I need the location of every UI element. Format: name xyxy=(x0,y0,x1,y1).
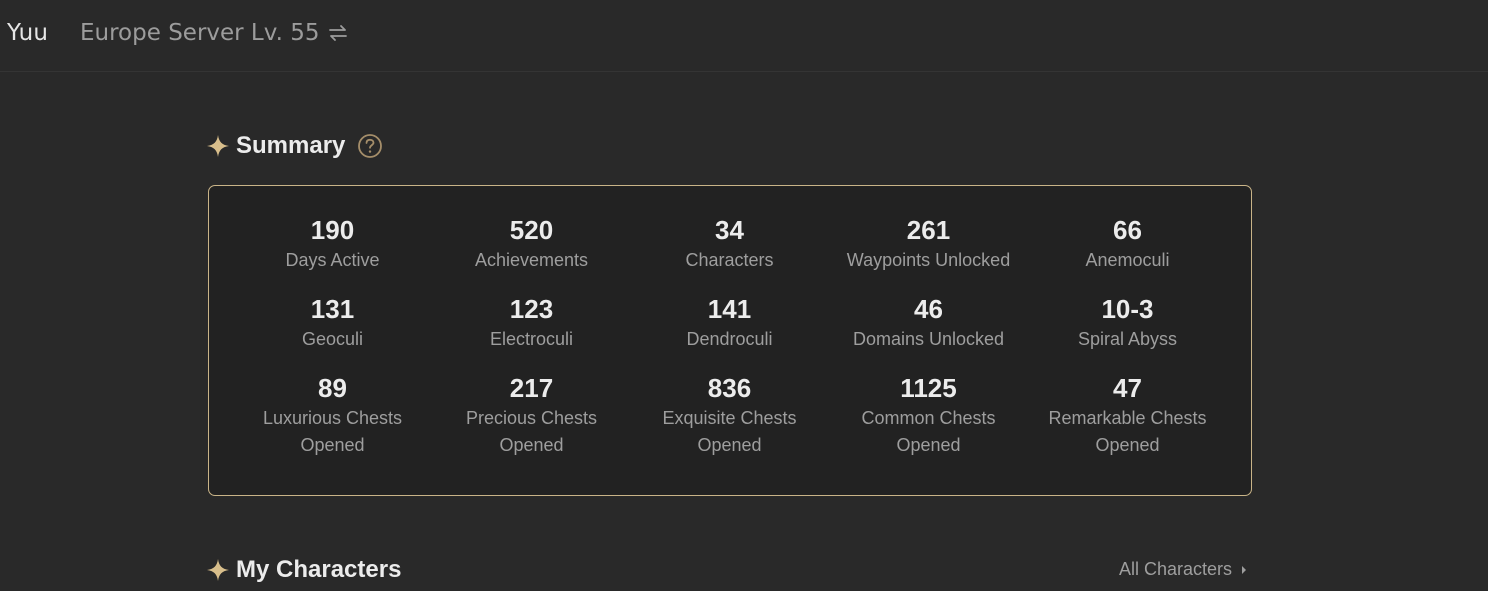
stat-value: 836 xyxy=(707,373,752,403)
stat-item: 836 Exquisite Chests Opened xyxy=(630,373,829,459)
stat-item: 261 Waypoints Unlocked xyxy=(829,215,1028,274)
stat-label: Characters xyxy=(685,250,774,270)
stat-item: 10-3 Spiral Abyss xyxy=(1028,294,1227,353)
stat-label: Electroculi xyxy=(489,329,574,349)
stat-label: Common Chests Opened xyxy=(861,408,996,455)
summary-header: Summary xyxy=(207,132,383,160)
stat-value: 47 xyxy=(1113,373,1142,403)
stat-item: 217 Precious Chests Opened xyxy=(432,373,631,459)
stat-value: 190 xyxy=(310,215,355,245)
stat-item: 66 Anemoculi xyxy=(1028,215,1227,274)
stat-item: 89 Luxurious Chests Opened xyxy=(233,373,432,459)
stat-value: 520 xyxy=(509,215,554,245)
server-label: Europe Server Lv. 55 xyxy=(80,20,320,46)
stat-item: 46 Domains Unlocked xyxy=(829,294,1028,353)
stat-label: Days Active xyxy=(285,250,380,270)
stat-label: Exquisite Chests Opened xyxy=(662,408,797,455)
stat-item: 520 Achievements xyxy=(432,215,631,274)
stat-item: 123 Electroculi xyxy=(432,294,631,353)
username: Yuu xyxy=(7,20,49,46)
stat-value: 141 xyxy=(707,294,752,324)
server-switcher[interactable]: Europe Server Lv. 55 xyxy=(80,20,348,46)
stat-label: Dendroculi xyxy=(686,329,773,349)
stat-label: Achievements xyxy=(474,250,589,270)
question-circle-icon[interactable] xyxy=(357,133,383,159)
stat-value: 261 xyxy=(906,215,951,245)
top-bar: Yuu Europe Server Lv. 55 xyxy=(0,0,1488,72)
stat-value: 66 xyxy=(1113,215,1142,245)
stat-value: 1125 xyxy=(900,373,957,403)
stat-label: Remarkable Chests Opened xyxy=(1048,408,1207,455)
summary-card: 190 Days Active 520 Achievements 34 Character… xyxy=(208,185,1252,496)
stat-label: Precious Chests Opened xyxy=(465,408,598,455)
stat-value: 46 xyxy=(914,294,943,324)
summary-title: Summary xyxy=(236,132,346,159)
stat-item: 34 Characters xyxy=(630,215,829,274)
sparkle-star-icon xyxy=(207,559,229,581)
stat-item: 190 Days Active xyxy=(233,215,432,274)
stat-value: 10-3 xyxy=(1101,294,1154,324)
stat-value: 123 xyxy=(509,294,554,324)
all-characters-link[interactable]: All Characters xyxy=(1119,559,1248,580)
stat-item: 1125 Common Chests Opened xyxy=(829,373,1028,459)
stat-value: 34 xyxy=(715,215,744,245)
stat-item: 131 Geoculi xyxy=(233,294,432,353)
stat-value: 131 xyxy=(310,294,355,324)
all-characters-label: All Characters xyxy=(1118,559,1232,579)
stat-label: Geoculi xyxy=(301,329,364,349)
stat-value: 89 xyxy=(318,373,347,403)
sparkle-star-icon xyxy=(207,135,229,157)
characters-header: My Characters xyxy=(207,556,401,584)
stat-label: Spiral Abyss xyxy=(1077,329,1178,349)
caret-right-icon xyxy=(1240,564,1248,576)
characters-title: My Characters xyxy=(236,556,402,583)
stat-label: Luxurious Chests Opened xyxy=(262,408,403,455)
swap-arrows-icon[interactable] xyxy=(328,23,348,43)
stat-label: Domains Unlocked xyxy=(852,329,1005,349)
stat-label: Anemoculi xyxy=(1085,250,1170,270)
stat-label: Waypoints Unlocked xyxy=(846,250,1011,270)
stat-item: 47 Remarkable Chests Opened xyxy=(1028,373,1227,459)
stat-item: 141 Dendroculi xyxy=(630,294,829,353)
stat-value: 217 xyxy=(509,373,554,403)
